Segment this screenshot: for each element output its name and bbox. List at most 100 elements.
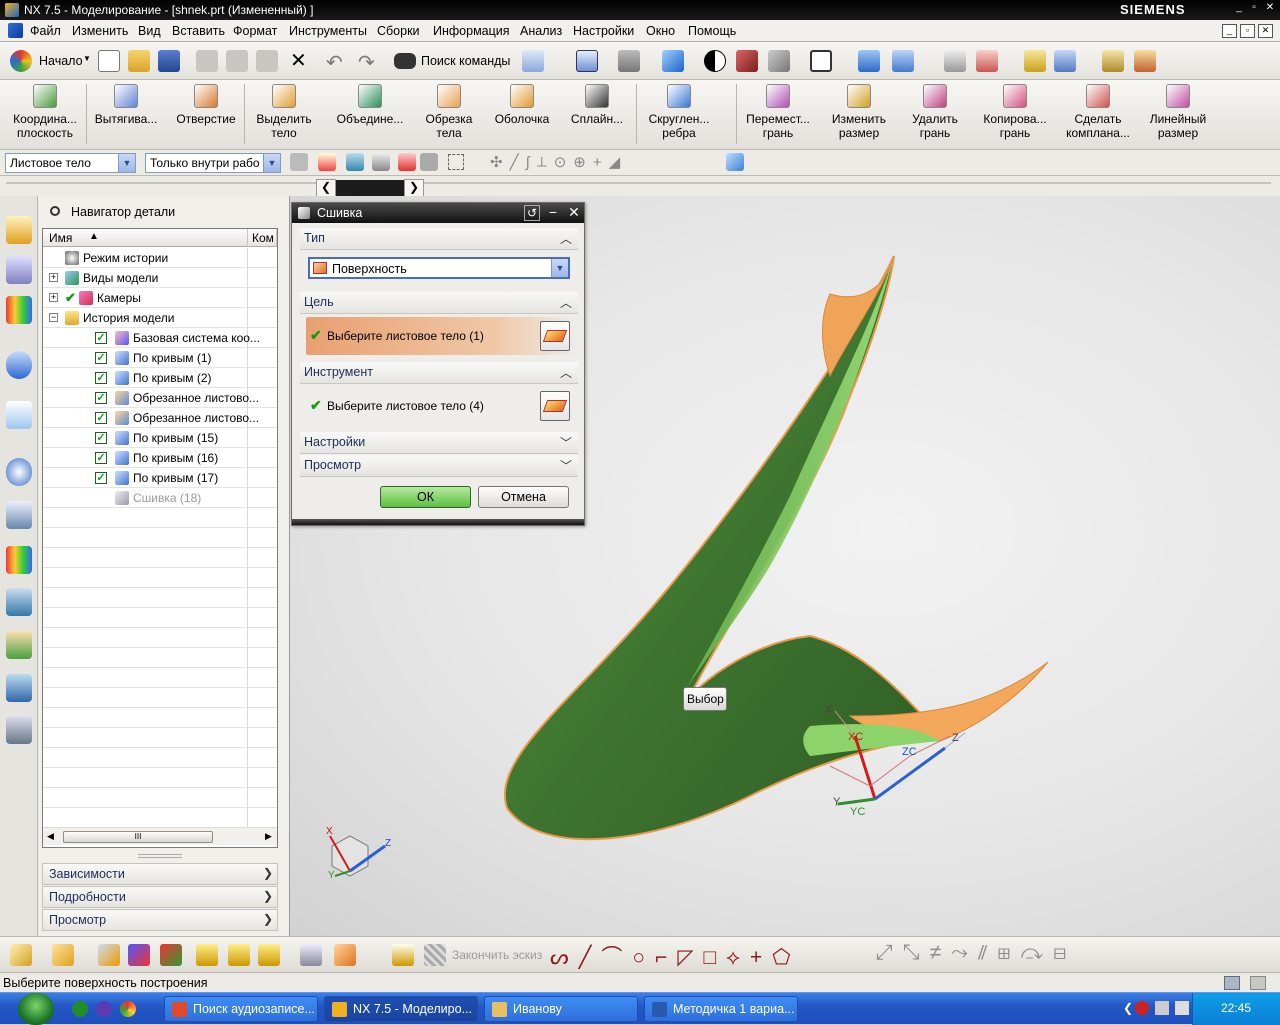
preview-section[interactable]: Просмотр ❯ (42, 909, 278, 931)
status-panel-icon-2[interactable] (1250, 976, 1266, 990)
start-button[interactable]: Начало ▼ (8, 48, 92, 74)
selection-priority-icon[interactable] (1054, 50, 1076, 72)
block-feature-icon[interactable] (334, 944, 356, 966)
assembly-navigator-icon[interactable] (6, 216, 32, 244)
feature-button-5[interactable]: Объедине... (330, 84, 410, 126)
horizontal-scrollbar[interactable]: ◀ III ▶ (43, 827, 277, 845)
roles-icon[interactable] (6, 546, 32, 574)
menu-insert[interactable]: Вставить (172, 24, 225, 38)
scroll-right-button[interactable]: ❯ (404, 179, 424, 197)
tray-volume-icon[interactable] (1175, 1001, 1189, 1015)
cut-icon[interactable] (196, 50, 218, 72)
visibility-checkbox[interactable]: ✓ (95, 472, 107, 484)
sketch-icon[interactable] (392, 944, 414, 966)
feature-button-3[interactable]: Отверстие (170, 84, 242, 126)
visibility-checkbox[interactable]: ✓ (95, 332, 107, 344)
preview-section-header[interactable]: Просмотр ﹀ (300, 455, 578, 477)
tree-node[interactable]: Режим истории (43, 248, 277, 268)
column-name-header[interactable]: Имя ▲ (43, 229, 248, 247)
doc-minimize-button[interactable]: _ (1222, 24, 1237, 38)
cube-filter-icon[interactable] (726, 153, 744, 171)
menu-assemblies[interactable]: Сборки (377, 24, 420, 38)
menu-preferences[interactable]: Настройки (573, 24, 634, 38)
component-icon[interactable] (10, 944, 32, 966)
start-orb-icon[interactable] (18, 993, 54, 1025)
menu-format[interactable]: Формат (233, 24, 277, 38)
display-mode-icon[interactable] (704, 50, 726, 72)
find-command-button[interactable]: Поиск команды (392, 50, 514, 72)
scrollbar-thumb[interactable]: III (63, 831, 213, 843)
scroll-right-arrow-icon[interactable]: ▶ (265, 831, 272, 842)
menu-file[interactable]: Файл (30, 24, 61, 38)
menu-help[interactable]: Помощь (688, 24, 736, 38)
new-file-icon[interactable] (98, 50, 120, 72)
expand-icon[interactable]: + (49, 273, 58, 282)
background-color-icon[interactable] (810, 50, 832, 72)
tray-arrow-icon[interactable]: ❮ (1123, 1001, 1133, 1015)
tree-node[interactable]: ✓ По кривым (2) (43, 368, 277, 388)
wave-link-icon[interactable] (196, 944, 218, 966)
details-section[interactable]: Подробности ❯ (42, 886, 278, 908)
quicklaunch-browser-icon[interactable] (96, 1001, 112, 1017)
delete-icon[interactable]: ✕ (290, 50, 307, 72)
copy-icon[interactable] (226, 50, 248, 72)
select-all-icon[interactable] (318, 153, 336, 171)
paste-icon[interactable] (256, 50, 278, 72)
minimize-button[interactable]: _ (1233, 2, 1245, 14)
reset-dialog-button[interactable]: ↺ (524, 205, 540, 221)
web-browser-icon[interactable] (6, 401, 32, 429)
select-sheet-body-icon[interactable] (540, 321, 570, 351)
point-snap-icon[interactable] (398, 153, 416, 171)
roles-people-icon[interactable] (6, 631, 32, 659)
deselect-icon[interactable] (346, 153, 364, 171)
taskbar-item[interactable]: NX 7.5 - Моделиро... (324, 996, 478, 1022)
quicklaunch-chrome-icon[interactable] (120, 1001, 136, 1017)
target-selection-row[interactable]: ✔ Выберите листовое тело (1) (306, 317, 578, 355)
tree-node[interactable]: ✓ Обрезанное листово... (43, 408, 277, 428)
menu-tools[interactable]: Инструменты (289, 24, 367, 38)
tree-node[interactable]: ✓ По кривым (1) (43, 348, 277, 368)
status-panel-icon[interactable] (1224, 976, 1240, 990)
curve-rule-icon[interactable] (372, 153, 390, 171)
finish-sketch-icon[interactable] (424, 944, 446, 966)
feature-button-8[interactable]: Сплайн... (568, 84, 626, 126)
scroll-left-button[interactable]: ❮ (316, 179, 336, 197)
tree-node[interactable]: + ✔ Камеры (43, 288, 277, 308)
constraint-navigator-icon[interactable] (6, 256, 32, 284)
grey-cube-icon[interactable] (768, 50, 790, 72)
tree-node[interactable]: ✓ Базовая система коо... (43, 328, 277, 348)
palette-icon[interactable] (6, 716, 32, 744)
menu-information[interactable]: Информация (433, 24, 510, 38)
tree-node[interactable]: − История модели (43, 308, 277, 328)
visibility-checkbox[interactable]: ✓ (95, 372, 107, 384)
rectangle-select-icon[interactable] (448, 154, 464, 170)
sew-dialog-titlebar[interactable]: Сшивка ↺ − ✕ (292, 203, 584, 223)
select-tool-body-icon[interactable] (540, 391, 570, 421)
quicklaunch-torrent-icon[interactable] (72, 1001, 88, 1017)
finish-sketch-label[interactable]: Закончить эскиз (452, 948, 542, 962)
shaded-cube-icon[interactable] (662, 50, 684, 72)
close-button[interactable]: ✕ (1264, 2, 1276, 14)
redo-icon[interactable]: ↷ (358, 50, 375, 75)
mirror-assembly-icon[interactable] (128, 944, 150, 966)
column-comment-header[interactable]: Ком (248, 229, 277, 247)
layer-settings-icon[interactable] (944, 50, 966, 72)
doc-close-button[interactable]: ✕ (1258, 24, 1273, 38)
feature-button-2[interactable]: Вытягива... (88, 84, 164, 126)
reuse-library-icon[interactable] (6, 351, 32, 379)
navigator-splitter[interactable] (138, 854, 182, 858)
visibility-checkbox[interactable]: ✓ (95, 452, 107, 464)
tray-app-icon[interactable] (1135, 1001, 1149, 1015)
tree-node[interactable]: ✓ По кривым (17) (43, 468, 277, 488)
tree-node[interactable]: + Виды модели (43, 268, 277, 288)
expand-icon[interactable]: + (49, 293, 58, 302)
visibility-checkbox[interactable]: ✓ (95, 412, 107, 424)
dependencies-section[interactable]: Зависимости ❯ (42, 863, 278, 885)
explosion-icon[interactable] (300, 944, 322, 966)
measure-distance-icon[interactable] (1102, 50, 1124, 72)
process-studio-icon[interactable] (6, 501, 32, 529)
taskbar-item[interactable]: Поиск аудиозаписе... (164, 996, 318, 1022)
snap-toggle-icon[interactable] (420, 153, 438, 171)
scope-filter-combo[interactable]: Только внутри рабо ▼ (145, 153, 281, 173)
visibility-checkbox[interactable]: ✓ (95, 392, 107, 404)
